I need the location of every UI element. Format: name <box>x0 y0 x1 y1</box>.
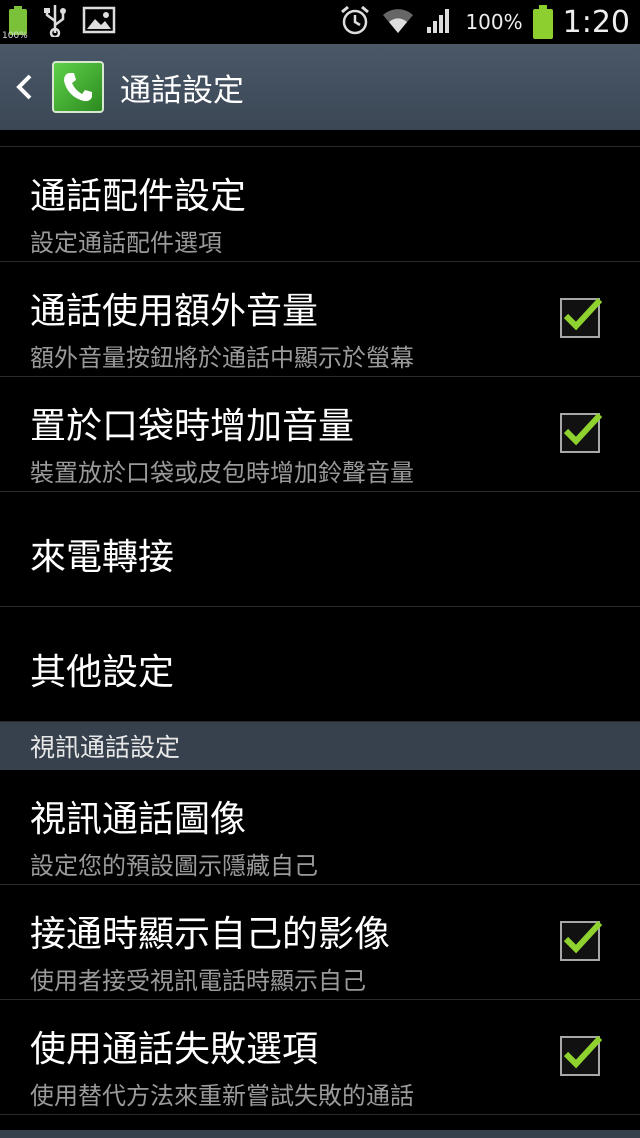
checkmark-icon <box>563 1035 603 1069</box>
extra-volume-checkbox[interactable] <box>560 297 603 338</box>
item-summary: 額外音量按鈕將於通話中顯示於螢幕 <box>30 344 414 372</box>
item-summary: 使用者接受視訊電話時顯示自己 <box>30 967 366 995</box>
item-title: 通話使用額外音量 <box>30 291 319 332</box>
battery-percent: 100% <box>465 10 523 34</box>
item-summary: 裝置放於口袋或皮包時增加鈴聲音量 <box>30 459 414 487</box>
page-title: 通話設定 <box>120 72 244 109</box>
call-fail-options-checkbox[interactable] <box>560 1035 603 1076</box>
checkmark-icon <box>563 412 603 446</box>
item-summary: 設定通話配件選項 <box>30 229 222 257</box>
battery-icon: 100% <box>2 5 28 41</box>
image-icon <box>82 5 116 39</box>
show-my-video-checkbox[interactable] <box>560 920 603 961</box>
checkmark-icon <box>563 297 603 331</box>
item-title: 來電轉接 <box>30 537 175 578</box>
checkmark-icon <box>563 920 603 954</box>
action-bar: 通話設定 <box>0 44 640 130</box>
item-title: 使用通話失敗選項 <box>30 1029 319 1070</box>
list-item-call-fail-options[interactable]: 使用通話失敗選項 使用替代方法來重新嘗試失敗的通話 <box>0 1000 640 1115</box>
signal-icon <box>425 5 455 39</box>
battery-icon <box>532 5 553 39</box>
list-item-extra-volume[interactable]: 通話使用額外音量 額外音量按鈕將於通話中顯示於螢幕 <box>0 262 640 377</box>
clock-time: 1:20 <box>562 4 630 40</box>
settings-list: 通話配件設定 設定通話配件選項 通話使用額外音量 額外音量按鈕將於通話中顯示於螢… <box>0 130 640 1115</box>
section-header-next <box>0 1130 640 1138</box>
status-bar: 100% 100% 1:20 <box>0 0 640 44</box>
phone-icon[interactable] <box>52 61 104 113</box>
list-item-show-my-video[interactable]: 接通時顯示自己的影像 使用者接受視訊電話時顯示自己 <box>0 885 640 1000</box>
pocket-volume-checkbox[interactable] <box>560 412 603 453</box>
wifi-icon <box>381 5 415 39</box>
list-item-accessory-settings[interactable]: 通話配件設定 設定通話配件選項 <box>0 147 640 262</box>
list-item-other-settings[interactable]: 其他設定 <box>0 607 640 722</box>
item-summary: 設定您的預設圖示隱藏自己 <box>30 852 318 880</box>
section-header-video-call: 視訊通話設定 <box>0 722 640 770</box>
item-title: 接通時顯示自己的影像 <box>30 914 391 955</box>
item-title: 視訊通話圖像 <box>30 799 247 840</box>
alarm-icon <box>339 4 371 40</box>
list-item-video-call-image[interactable]: 視訊通話圖像 設定您的預設圖示隱藏自己 <box>0 770 640 885</box>
chevron-left-icon[interactable] <box>14 67 48 107</box>
item-title: 置於口袋時增加音量 <box>30 406 355 447</box>
item-summary: 使用替代方法來重新嘗試失敗的通話 <box>30 1082 414 1110</box>
item-title: 通話配件設定 <box>30 176 247 217</box>
list-item-pocket-volume[interactable]: 置於口袋時增加音量 裝置放於口袋或皮包時增加鈴聲音量 <box>0 377 640 492</box>
battery-mini-text: 100% <box>2 31 28 41</box>
item-title: 其他設定 <box>30 652 175 693</box>
list-top-divider <box>0 130 640 147</box>
list-item-call-forwarding[interactable]: 來電轉接 <box>0 492 640 607</box>
usb-icon <box>42 3 68 41</box>
